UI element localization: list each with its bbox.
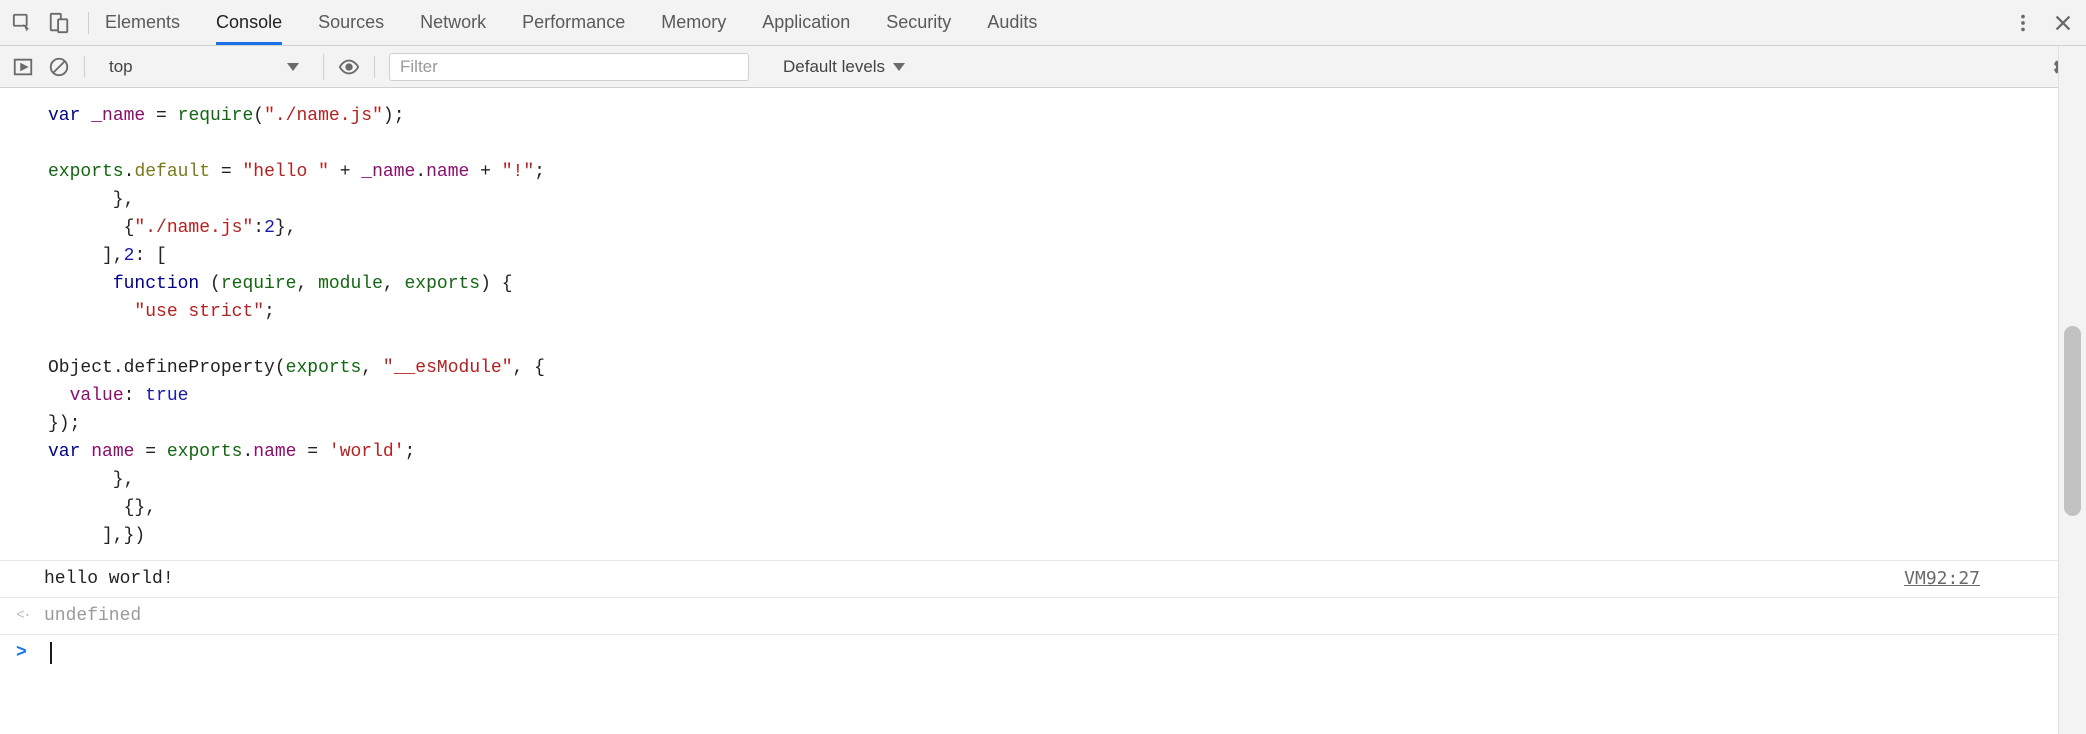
- return-gutter: <·: [16, 602, 44, 630]
- level-label: Default levels: [783, 57, 885, 77]
- console-toolbar: top Default levels: [0, 46, 2086, 88]
- scrollbar-thumb[interactable]: [2064, 326, 2081, 516]
- tab-application[interactable]: Application: [762, 0, 850, 45]
- chevron-down-icon: [893, 63, 905, 71]
- toolbar-run-clear: [12, 56, 85, 78]
- tab-security[interactable]: Security: [886, 0, 951, 45]
- tab-performance[interactable]: Performance: [522, 0, 625, 45]
- toggle-sidebar-icon[interactable]: [12, 56, 34, 78]
- console-input-code: var _name = require("./name.js"); export…: [0, 102, 2086, 561]
- console-return-row: <· undefined: [0, 598, 2086, 635]
- live-expression-icon[interactable]: [338, 56, 360, 78]
- console-log-row: hello world! VM92:27: [0, 561, 2086, 598]
- tabbar-left-icons: [12, 12, 89, 34]
- tabbar-right-icons: [2000, 12, 2074, 34]
- console-body: var _name = require("./name.js"); export…: [0, 88, 2086, 671]
- chevron-down-icon: [287, 63, 299, 71]
- devtools-tabbar: Elements Console Sources Network Perform…: [0, 0, 2086, 46]
- log-source-link[interactable]: VM92:27: [1904, 565, 1980, 593]
- tab-audits[interactable]: Audits: [987, 0, 1037, 45]
- filter-input[interactable]: [389, 53, 749, 81]
- kebab-menu-icon[interactable]: [2012, 12, 2034, 34]
- level-selector[interactable]: Default levels: [775, 57, 913, 77]
- console-prompt-row[interactable]: >: [0, 635, 2086, 671]
- tab-network[interactable]: Network: [420, 0, 486, 45]
- vertical-scrollbar[interactable]: [2058, 46, 2086, 734]
- close-icon[interactable]: [2052, 12, 2074, 34]
- log-message: hello world!: [44, 565, 1904, 593]
- tab-memory[interactable]: Memory: [661, 0, 726, 45]
- context-selector[interactable]: top: [99, 54, 309, 80]
- tab-console[interactable]: Console: [216, 0, 282, 45]
- clear-console-icon[interactable]: [48, 56, 70, 78]
- return-value: undefined: [44, 602, 141, 630]
- panel-tabs: Elements Console Sources Network Perform…: [105, 0, 2000, 45]
- inspect-element-icon[interactable]: [12, 12, 34, 34]
- tab-sources[interactable]: Sources: [318, 0, 384, 45]
- prompt-cursor: [50, 642, 52, 664]
- tab-elements[interactable]: Elements: [105, 0, 180, 45]
- toolbar-context-group: top: [99, 54, 324, 80]
- context-label: top: [109, 57, 133, 77]
- prompt-gutter: >: [16, 639, 44, 667]
- toolbar-eye-group: [338, 56, 375, 78]
- device-toggle-icon[interactable]: [48, 12, 70, 34]
- return-arrow-icon: <·: [16, 602, 30, 630]
- prompt-caret-icon: >: [16, 639, 27, 667]
